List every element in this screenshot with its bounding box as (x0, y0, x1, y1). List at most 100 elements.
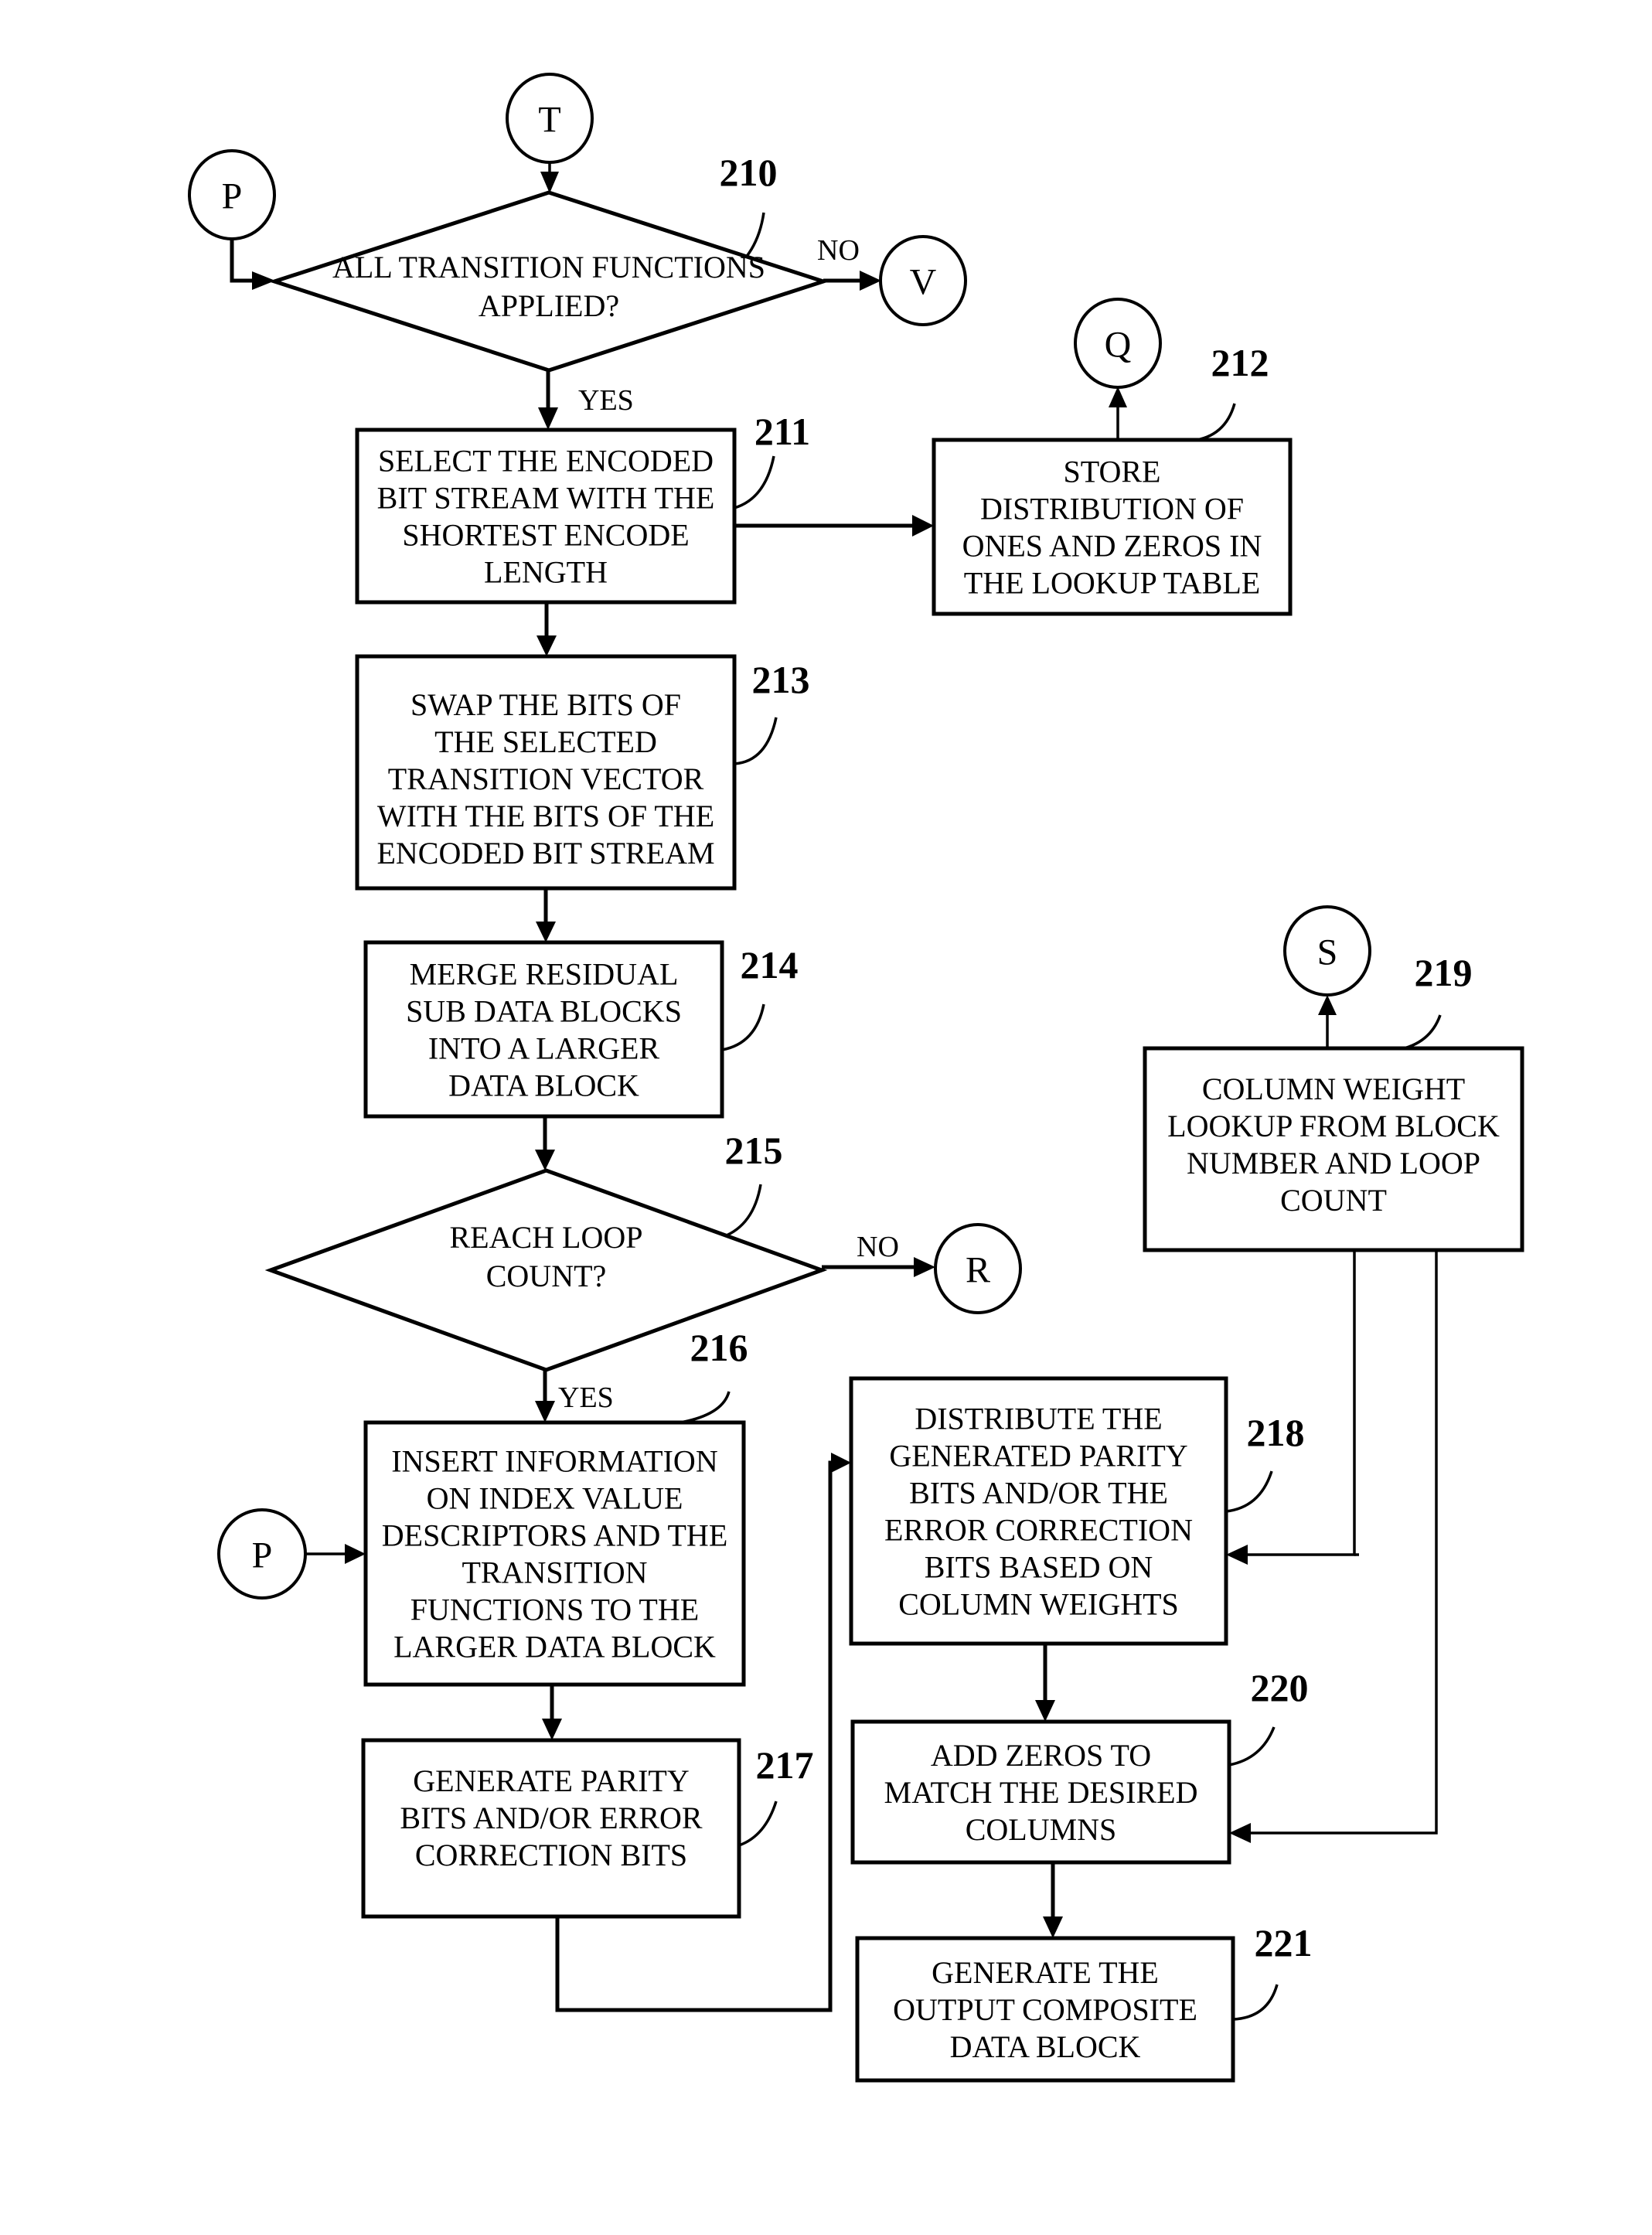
step-221-text-line: GENERATE THE (932, 1955, 1159, 1990)
step-215-text-line: REACH LOOP (449, 1220, 642, 1255)
arrowhead-217-to-218 (831, 1453, 851, 1473)
step-218-text-line: BITS BASED ON (925, 1550, 1153, 1585)
edge-219-to-218 (1246, 1250, 1356, 1556)
connector-p-bottom: P (217, 1508, 307, 1600)
leader-221 (1232, 1984, 1279, 2021)
connector-p-top-label: P (222, 176, 243, 217)
flowchart: ALL TRANSITION FUNCTIONS APPLIED? 210 SELEC… (188, 73, 1524, 2083)
reference-number-220: 220 (1251, 1666, 1309, 1709)
step-218-text-line: COLUMN WEIGHTS (898, 1587, 1179, 1622)
leader-215 (722, 1184, 762, 1238)
step-218-text-line: DISTRIBUTE THE (915, 1402, 1162, 1436)
leader-213 (734, 717, 778, 765)
step-216-text-line: DESCRIPTORS AND THE (382, 1518, 728, 1553)
step-219-text-line: NUMBER AND LOOP (1187, 1146, 1480, 1181)
step-212-text-line: DISTRIBUTION OF (980, 492, 1244, 526)
step-214-text-line: DATA BLOCK (448, 1068, 639, 1103)
arrowhead-213-to-214 (536, 922, 556, 942)
arrowhead-212-to-q (1109, 387, 1127, 407)
connector-t-label: T (538, 100, 560, 141)
step-220-text-line: COLUMNS (966, 1812, 1117, 1847)
step-213: SWAP THE BITS OFTHE SELECTEDTRANSITION V… (355, 654, 810, 891)
step-214: MERGE RESIDUALSUB DATA BLOCKSINTO A LARG… (363, 940, 799, 1119)
reference-number-215: 215 (725, 1129, 783, 1172)
step-219-text-line: LOOKUP FROM BLOCK (1167, 1109, 1500, 1143)
step-211-text-line: LENGTH (484, 555, 608, 590)
arrowhead-215-to-r (914, 1257, 935, 1277)
step-211-text-line: BIT STREAM WITH THE (377, 481, 715, 516)
arrowhead-210-to-211 (538, 407, 558, 430)
step-218: DISTRIBUTE THEGENERATED PARITYBITS AND/O… (849, 1376, 1305, 1646)
arrowhead-p-to-216 (345, 1544, 366, 1564)
reference-number-214: 214 (741, 943, 799, 986)
connector-q-label: Q (1105, 325, 1132, 366)
step-216-text-line: LARGER DATA BLOCK (393, 1630, 716, 1664)
step-210-text-line: APPLIED? (479, 288, 619, 323)
reference-number-211: 211 (754, 410, 810, 453)
step-212-text-line: STORE (1064, 455, 1161, 489)
connector-t: T (506, 73, 594, 164)
step-212-text-line: ONES AND ZEROS IN (962, 529, 1262, 564)
step-216-text-line: INSERT INFORMATION (391, 1444, 717, 1479)
edge-p-to-210 (230, 239, 255, 283)
step-213-text-line: TRANSITION VECTOR (388, 761, 704, 796)
connector-p-bottom-label: P (252, 1535, 273, 1576)
leader-212 (1191, 403, 1236, 442)
step-213-text-line: THE SELECTED (434, 724, 657, 759)
branch-label-215-no: NO (857, 1231, 899, 1263)
arrowhead-219-to-220 (1229, 1823, 1251, 1843)
reference-number-218: 218 (1247, 1411, 1305, 1454)
step-221-text-line: OUTPUT COMPOSITE (893, 1992, 1197, 2027)
leader-214 (721, 1003, 765, 1051)
step-214-text-line: SUB DATA BLOCKS (406, 994, 682, 1029)
connector-s: S (1283, 905, 1371, 997)
branch-label-210-no: NO (817, 234, 860, 267)
arrowhead-219-to-218 (1226, 1545, 1248, 1565)
flow-nodes: ALL TRANSITION FUNCTIONS APPLIED? 210 SELEC… (264, 151, 1524, 2083)
reference-number-219: 219 (1415, 951, 1473, 994)
leader-216 (680, 1391, 731, 1424)
step-217-text-line: GENERATE PARITY (413, 1763, 689, 1798)
arrowhead-t-to-210 (540, 172, 559, 193)
connector-r: R (934, 1223, 1022, 1314)
step-217-text-line: CORRECTION BITS (415, 1838, 687, 1872)
arrowhead-218-to-220 (1035, 1700, 1055, 1722)
step-221-text-line: DATA BLOCK (950, 2029, 1141, 2064)
leader-220 (1228, 1726, 1276, 1767)
step-218-text-line: ERROR CORRECTION (884, 1513, 1193, 1548)
leader-219 (1397, 1014, 1442, 1051)
connector-v-label: V (910, 262, 937, 303)
arrowhead-210-to-v (860, 271, 881, 291)
step-217-text-line: BITS AND/OR ERROR (400, 1801, 702, 1835)
reference-number-212: 212 (1211, 341, 1269, 384)
step-214-text-line: MERGE RESIDUAL (410, 957, 679, 992)
arrowhead-220-to-221 (1043, 1916, 1063, 1938)
reference-number-210: 210 (720, 151, 778, 194)
step-212-text-line: THE LOOKUP TABLE (964, 566, 1260, 601)
arrowhead-211-to-213 (536, 635, 557, 656)
arrowhead-214-to-215 (535, 1150, 555, 1170)
arrowhead-219-to-s (1318, 995, 1337, 1015)
step-219-text-line: COLUMN WEIGHT (1202, 1072, 1465, 1106)
step-216: INSERT INFORMATIONON INDEX VALUEDESCRIPT… (363, 1326, 748, 1687)
reference-number-216: 216 (690, 1326, 748, 1369)
arrowhead-216-to-217 (542, 1719, 562, 1740)
edge-219-to-220 (1249, 1250, 1438, 1835)
step-220-text-line: ADD ZEROS TO (931, 1738, 1151, 1773)
connector-s-label: S (1317, 932, 1338, 973)
connector-r-label: R (966, 1250, 990, 1291)
step-215-text-line: COUNT? (486, 1259, 607, 1293)
connector-v: V (879, 235, 967, 326)
step-220-text-line: MATCH THE DESIRED (884, 1775, 1198, 1810)
connector-q: Q (1074, 298, 1162, 389)
leader-211 (734, 455, 775, 509)
leader-218 (1225, 1470, 1273, 1513)
step-213-text-line: ENCODED BIT STREAM (376, 836, 714, 870)
step-214-text-line: INTO A LARGER (428, 1031, 660, 1066)
branch-label-210-yes: YES (578, 384, 634, 417)
connector-p-top: P (188, 149, 276, 240)
reference-number-217: 217 (756, 1743, 814, 1787)
reference-number-221: 221 (1255, 1921, 1313, 1964)
arrowhead-215-to-216 (535, 1401, 555, 1422)
step-219-text-line: COUNT (1280, 1183, 1387, 1218)
